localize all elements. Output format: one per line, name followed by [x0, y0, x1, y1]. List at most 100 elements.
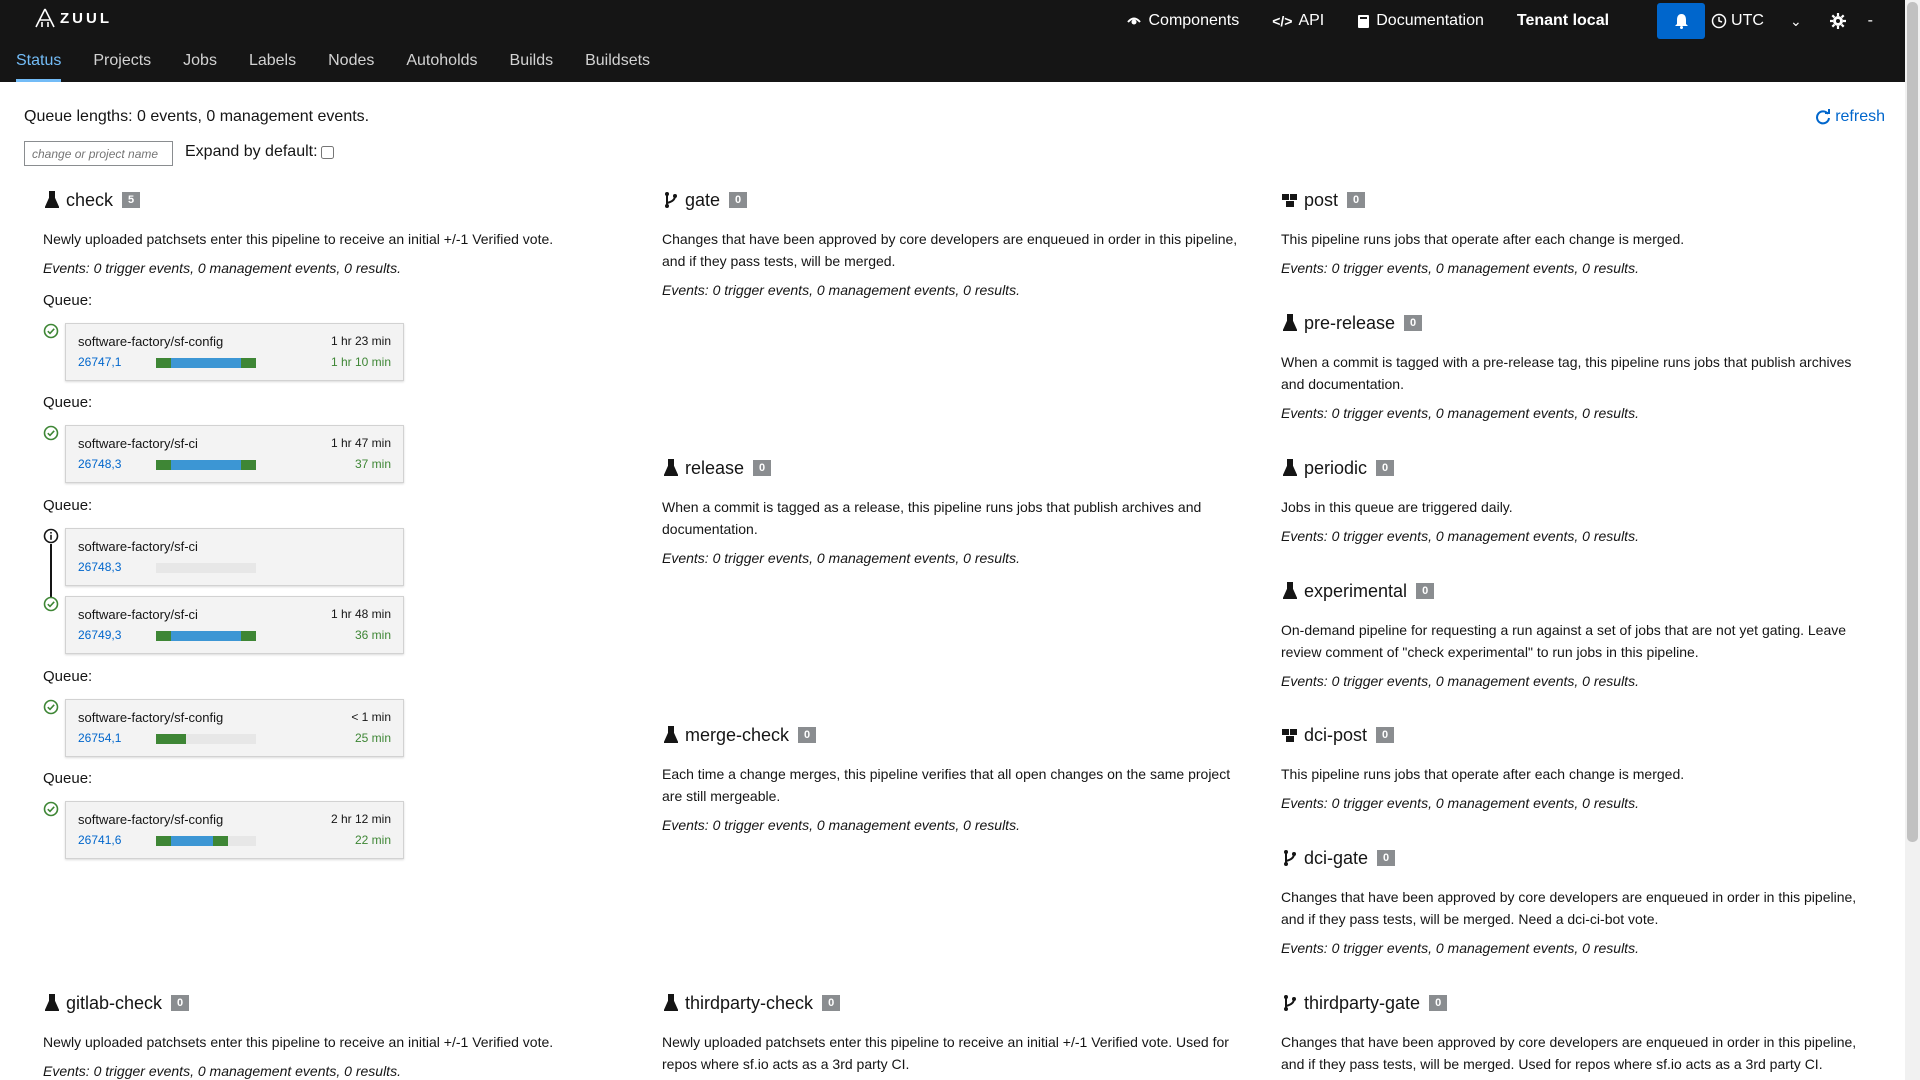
pipeline-description: Newly uploaded patchsets enter this pipe…	[43, 231, 554, 247]
queue-label: Queue:	[43, 394, 93, 411]
tab-builds[interactable]: Builds	[510, 42, 554, 82]
change-link[interactable]: 26748,3	[78, 560, 121, 574]
change-link[interactable]: 26747,1	[78, 355, 121, 369]
progress-segment	[171, 358, 241, 368]
pipeline-name[interactable]: thirdparty-check	[685, 993, 813, 1014]
queue-label: Queue:	[43, 668, 93, 685]
change-card[interactable]: software-factory/sf-config 1 hr 23 min 2…	[65, 323, 404, 381]
tab-labels[interactable]: Labels	[249, 42, 296, 82]
pipeline-dci-post: dci-post 0 This pipeline runs jobs that …	[1281, 723, 1861, 812]
pipeline-count: 0	[822, 995, 841, 1011]
pipeline-name[interactable]: dci-post	[1304, 725, 1367, 746]
success-icon	[43, 596, 59, 612]
progress-bar[interactable]	[156, 836, 256, 846]
scrollbar-thumb[interactable]	[1907, 2, 1918, 842]
progress-bar[interactable]	[156, 734, 256, 744]
progress-bar[interactable]	[156, 460, 256, 470]
timezone-select[interactable]: UTC ⌄	[1711, 12, 1802, 30]
expand-label: Expand by default:	[185, 143, 318, 160]
change-link[interactable]: 26754,1	[78, 731, 121, 745]
pipeline-count: 0	[1416, 583, 1435, 599]
expand-checkbox[interactable]	[320, 145, 334, 159]
pipeline-name[interactable]: periodic	[1304, 458, 1367, 479]
pipeline-name[interactable]: merge-check	[685, 725, 789, 746]
progress-bar[interactable]	[156, 631, 256, 641]
pipeline-name[interactable]: thirdparty-gate	[1304, 993, 1420, 1014]
change-card[interactable]: software-factory/sf-ci 1 hr 47 min 26748…	[65, 425, 404, 483]
pipeline-events: Events: 0 trigger events, 0 management e…	[43, 1063, 401, 1079]
pipeline-check: check 5 Newly uploaded patchsets enter t…	[43, 188, 623, 277]
change-elapsed: 1 hr 48 min	[330, 607, 391, 621]
chevron-down-icon: ⌄	[1789, 12, 1802, 29]
change-card[interactable]: software-factory/sf-config 2 hr 12 min 2…	[65, 801, 404, 859]
components-link[interactable]: Components	[1126, 12, 1239, 30]
cubes-icon	[1281, 191, 1299, 209]
change-elapsed: 2 hr 12 min	[330, 812, 391, 826]
tab-nodes[interactable]: Nodes	[328, 42, 374, 82]
settings-button[interactable]	[1829, 13, 1846, 29]
api-link[interactable]: </> API	[1272, 12, 1324, 30]
user-menu[interactable]: -	[1868, 12, 1873, 30]
tab-buildsets[interactable]: Buildsets	[585, 42, 650, 82]
pipeline-description: This pipeline runs jobs that operate aft…	[1281, 766, 1685, 782]
change-card[interactable]: software-factory/sf-ci 26748,3	[65, 528, 404, 586]
zuul-logo[interactable]: ZUUL	[34, 8, 112, 28]
pipeline-gitlab-check: gitlab-check 0 Newly uploaded patchsets …	[43, 991, 623, 1080]
pipeline-name[interactable]: dci-gate	[1304, 848, 1368, 869]
filter-input[interactable]	[24, 141, 173, 166]
pipeline-events: Events: 0 trigger events, 0 management e…	[1281, 528, 1639, 544]
pipeline-description: On-demand pipeline for requesting a run …	[1281, 622, 1847, 660]
change-card[interactable]: software-factory/sf-config < 1 min 26754…	[65, 699, 404, 757]
tab-status[interactable]: Status	[16, 42, 62, 82]
pipeline-count: 0	[1376, 460, 1395, 476]
pipeline-name[interactable]: gate	[685, 190, 720, 211]
documentation-link[interactable]: Documentation	[1357, 12, 1484, 30]
progress-bar[interactable]	[156, 563, 256, 573]
pipeline-dci-gate: dci-gate 0 Changes that have been approv…	[1281, 846, 1861, 957]
pipeline-name[interactable]: post	[1304, 190, 1338, 211]
brand-name: ZUUL	[60, 9, 112, 27]
pipeline-count: 5	[122, 192, 141, 208]
pipeline-merge-check: merge-check 0 Each time a change merges,…	[662, 723, 1242, 834]
success-icon	[43, 323, 59, 339]
branch-icon	[662, 191, 680, 209]
progress-segment	[156, 836, 171, 846]
tab-autoholds[interactable]: Autoholds	[406, 42, 477, 82]
flask-icon	[1281, 582, 1299, 600]
queue-label: Queue:	[43, 770, 93, 787]
change-elapsed: < 1 min	[351, 710, 391, 724]
change-card[interactable]: software-factory/sf-ci 1 hr 48 min 26749…	[65, 596, 404, 654]
pipeline-name[interactable]: gitlab-check	[66, 993, 162, 1014]
change-remaining: 22 min	[354, 833, 391, 847]
progress-bar[interactable]	[156, 358, 256, 368]
pipeline-experimental: experimental 0 On-demand pipeline for re…	[1281, 579, 1861, 690]
scrollbar[interactable]	[1905, 0, 1920, 1080]
change-project: software-factory/sf-ci	[78, 607, 198, 622]
change-link[interactable]: 26749,3	[78, 628, 121, 642]
code-icon: </>	[1272, 13, 1293, 29]
pipeline-count: 0	[1376, 727, 1395, 743]
expand-by-default: Expand by default:	[185, 143, 334, 161]
pipeline-name[interactable]: pre-release	[1304, 313, 1395, 334]
change-link[interactable]: 26748,3	[78, 457, 121, 471]
tab-projects[interactable]: Projects	[93, 42, 151, 82]
pipeline-name[interactable]: experimental	[1304, 581, 1407, 602]
progress-segment	[241, 631, 256, 641]
notifications-button[interactable]	[1657, 3, 1706, 39]
tab-jobs[interactable]: Jobs	[183, 42, 217, 82]
change-link[interactable]: 26741,6	[78, 833, 121, 847]
pipeline-name[interactable]: release	[685, 458, 744, 479]
pipeline-events: Events: 0 trigger events, 0 management e…	[1281, 795, 1639, 811]
progress-segment	[241, 460, 256, 470]
pipeline-description: This pipeline runs jobs that operate aft…	[1281, 231, 1685, 247]
pipeline-name[interactable]: check	[66, 190, 113, 211]
pipeline-release: release 0 When a commit is tagged as a r…	[662, 456, 1242, 567]
tenant-label[interactable]: Tenant local	[1517, 12, 1609, 30]
queue-connector-line	[50, 544, 52, 600]
pipeline-count: 0	[729, 192, 748, 208]
refresh-button[interactable]: refresh	[1815, 108, 1885, 126]
pipeline-thirdparty-gate: thirdparty-gate 0 Changes that have been…	[1281, 991, 1861, 1080]
pipeline-description: Changes that have been approved by core …	[1281, 889, 1857, 927]
queue-lengths: Queue lengths: 0 events, 0 management ev…	[24, 108, 370, 125]
pipeline-periodic: periodic 0 Jobs in this queue are trigge…	[1281, 456, 1861, 545]
